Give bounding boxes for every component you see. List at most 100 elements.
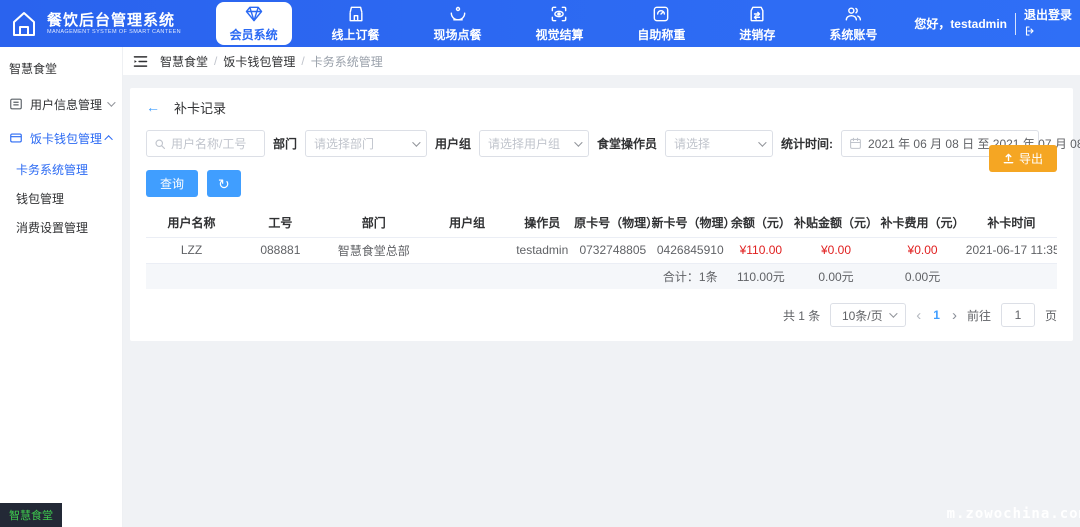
- card-replacement-records: ← 补卡记录 部门 请选择部门 用户组 请选择用户组 食堂操作员: [130, 88, 1080, 341]
- filter-row: 部门 请选择部门 用户组 请选择用户组 食堂操作员 请选择 统计时间:: [146, 130, 1080, 157]
- cell-old-card: 0732748805: [574, 237, 652, 264]
- logout-label: 退出登录: [1024, 8, 1073, 23]
- sidebar-item-card-wallet[interactable]: 饭卡钱包管理: [0, 121, 122, 155]
- dining-icon: [450, 6, 465, 21]
- logout-button[interactable]: 退出登录: [1024, 7, 1072, 39]
- nav-item-self-weigh[interactable]: 自助称重: [623, 0, 699, 47]
- records-table: 用户名称 工号 部门 用户组 操作员 原卡号（物理） 新卡号（物理） 余额（元）…: [146, 209, 1057, 289]
- sidebar-item-label: 饭卡钱包管理: [30, 131, 103, 146]
- cell-job-number: 088881: [237, 237, 324, 264]
- sidebar-subitem-consume-settings[interactable]: 消费设置管理: [0, 213, 122, 242]
- cell-time: 2021-06-17 11:35:17: [965, 237, 1057, 264]
- breadcrumb-item[interactable]: 智慧食堂: [160, 53, 208, 70]
- sidebar: 智慧食堂 用户信息管理 饭卡钱包管理 卡务系统管理 钱包管理 消费设置管理: [0, 47, 123, 527]
- pagination-total: 共 1 条: [782, 308, 821, 323]
- nav-item-system-account[interactable]: 系统账号: [815, 0, 891, 47]
- canteen-logo-icon: [13, 11, 35, 36]
- group-label: 用户组: [435, 137, 472, 151]
- sidebar-subitem-card-system[interactable]: 卡务系统管理: [0, 155, 122, 184]
- page-title-row: ← 补卡记录: [146, 88, 1057, 126]
- nav-label: 线上订餐: [331, 28, 380, 42]
- logout-icon: [1025, 25, 1034, 36]
- refresh-button[interactable]: ↻: [207, 170, 241, 197]
- operator-select[interactable]: 请选择: [665, 130, 774, 157]
- nav-label: 进销存: [739, 28, 776, 42]
- summary-cell: [510, 263, 575, 289]
- group-select-placeholder: 请选择用户组: [488, 137, 561, 151]
- dept-select[interactable]: 请选择部门: [305, 130, 428, 157]
- page-number-1[interactable]: 1: [931, 308, 942, 322]
- col-header: 部门: [323, 209, 424, 238]
- inventory-icon: [750, 6, 764, 22]
- nav-item-onsite-order[interactable]: 现场点餐: [420, 0, 496, 47]
- goto-page-input[interactable]: [1000, 303, 1035, 327]
- nav-label: 现场点餐: [433, 28, 482, 42]
- col-header: 操作员: [510, 209, 575, 238]
- summary-cell: [423, 263, 511, 289]
- col-header: 补卡费用（元）: [879, 209, 966, 238]
- col-header: 原卡号（物理）: [574, 209, 652, 238]
- wallet-card-icon: [10, 133, 22, 143]
- nav-label: 视觉结算: [535, 28, 584, 42]
- nav-label: 系统账号: [829, 28, 878, 42]
- cell-subsidy: ¥0.00: [792, 237, 880, 264]
- breadcrumb-item[interactable]: 饭卡钱包管理: [223, 53, 295, 70]
- summary-cell: [237, 263, 324, 289]
- search-input-wrap: [146, 130, 265, 157]
- table-header-row: 用户名称 工号 部门 用户组 操作员 原卡号（物理） 新卡号（物理） 余额（元）…: [146, 209, 1057, 238]
- nav-item-member-system[interactable]: 会员系统: [215, 2, 292, 45]
- nav-item-inventory[interactable]: 进销存: [725, 0, 789, 47]
- export-button[interactable]: 导出: [988, 145, 1057, 172]
- user-box: 您好，testadmin 退出登录: [914, 0, 1080, 47]
- col-header: 工号: [237, 209, 324, 238]
- table-summary-row: 合计：1条 110.00元 0.00元 0.00元: [146, 263, 1057, 289]
- back-arrow-icon[interactable]: ←: [146, 99, 160, 115]
- chevron-down-icon: [758, 137, 767, 147]
- summary-total-count: 合计：1条: [651, 263, 729, 289]
- query-button[interactable]: 查询: [146, 170, 199, 197]
- breadcrumb-current: 卡务系统管理: [310, 54, 383, 69]
- summary-cell: [965, 263, 1057, 289]
- breadcrumb-separator: /: [301, 54, 305, 68]
- cell-fee: ¥0.00: [879, 237, 966, 264]
- col-header: 用户名称: [146, 209, 238, 238]
- app-title: 餐饮后台管理系统: [47, 12, 176, 29]
- nav-item-vision-settle[interactable]: 视觉结算: [521, 0, 597, 47]
- corner-tag: 智慧食堂: [0, 503, 62, 527]
- app-subtitle: MANAGEMENT SYSTEM OF SMART CANTEEN: [47, 29, 181, 35]
- collapse-menu-icon[interactable]: [133, 55, 148, 68]
- sidebar-item-user-info[interactable]: 用户信息管理: [0, 87, 122, 121]
- summary-cell: [146, 263, 238, 289]
- page-size-select[interactable]: 10条/页: [830, 303, 907, 327]
- user-info-icon: [10, 98, 22, 110]
- cell-operator: testadmin: [510, 237, 575, 264]
- storefront-icon: [349, 6, 363, 22]
- operator-select-placeholder: 请选择: [674, 137, 711, 151]
- sidebar-subitem-wallet-manage[interactable]: 钱包管理: [0, 184, 122, 213]
- user-group-select[interactable]: 请选择用户组: [479, 130, 590, 157]
- sidebar-item-label: 用户信息管理: [30, 97, 103, 112]
- operator-label: 食堂操作员: [597, 137, 658, 151]
- export-label: 导出: [1018, 152, 1043, 166]
- summary-cell: [574, 263, 652, 289]
- chevron-down-icon: [574, 137, 583, 147]
- dept-select-placeholder: 请选择部门: [314, 137, 375, 151]
- page-title: 补卡记录: [174, 100, 227, 116]
- gem-icon: [245, 6, 262, 22]
- chevron-down-icon: [888, 309, 898, 318]
- cell-user-group: [423, 237, 511, 264]
- page-size-value: 10条/页: [841, 308, 883, 323]
- cell-balance: ¥110.00: [728, 237, 793, 264]
- dept-label: 部门: [273, 137, 298, 151]
- next-page-icon[interactable]: ›: [952, 307, 957, 324]
- refresh-icon: ↻: [218, 175, 230, 192]
- nav-item-online-order[interactable]: 线上订餐: [318, 0, 394, 47]
- col-header: 补贴金额（元）: [792, 209, 880, 238]
- calendar-icon: [850, 137, 861, 149]
- goto-label: 前往: [966, 308, 991, 323]
- watermark: m.zowochina.com: [946, 506, 1080, 522]
- sidebar-title: 智慧食堂: [9, 62, 58, 76]
- prev-page-icon[interactable]: ‹: [916, 307, 921, 324]
- divider: [1015, 12, 1016, 35]
- table-row[interactable]: LZZ 088881 智慧食堂总部 testadmin 0732748805 0…: [146, 237, 1057, 264]
